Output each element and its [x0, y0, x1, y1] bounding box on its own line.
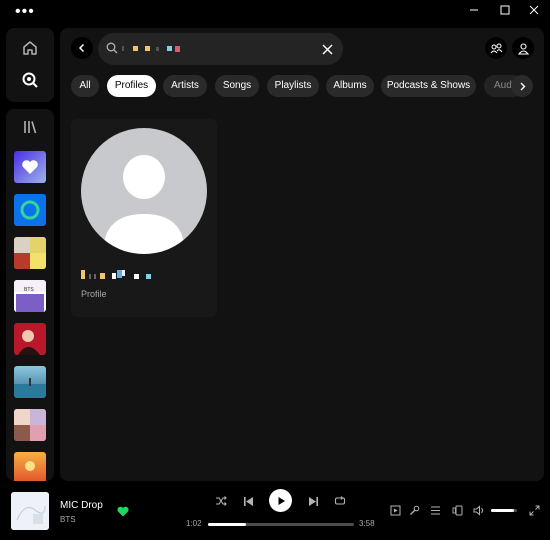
time-elapsed: 1:02	[186, 519, 202, 528]
playlist-thumb-ocean[interactable]	[14, 366, 46, 398]
queue-icon	[430, 506, 440, 514]
microphone-icon	[409, 505, 419, 515]
play-icon	[278, 496, 285, 505]
playlist-thumb-sunset[interactable]	[14, 452, 46, 481]
chevron-left-icon	[78, 43, 85, 53]
fullscreen-button[interactable]	[527, 503, 541, 517]
skip-back-icon	[243, 496, 253, 506]
minimize-icon[interactable]	[466, 4, 482, 18]
main-panel: All Profiles Artists Songs Playlists Alb…	[60, 28, 544, 481]
queue-button[interactable]	[428, 503, 442, 517]
chip-albums[interactable]: Albums	[326, 75, 374, 97]
album-art[interactable]	[11, 492, 49, 530]
skip-forward-icon	[308, 496, 318, 506]
volume-icon	[473, 504, 483, 516]
play-button[interactable]	[269, 489, 292, 512]
search-icon	[106, 42, 118, 54]
track-artist[interactable]: BTS	[60, 515, 76, 524]
redacted-query	[122, 46, 180, 52]
previous-button[interactable]	[241, 494, 255, 508]
volume-slider[interactable]	[491, 509, 517, 512]
filter-chips: All Profiles Artists Songs Playlists Alb…	[71, 75, 541, 97]
shuffle-button[interactable]	[214, 494, 228, 508]
playlist-thumb-red-portrait[interactable]	[14, 323, 46, 355]
heart-icon	[22, 160, 38, 174]
now-playing-bar: MIC Drop BTS 1:02 3:58	[0, 486, 550, 540]
playlist-thumb-collage[interactable]	[14, 409, 46, 441]
chip-all[interactable]: All	[71, 75, 99, 97]
result-type-label: Profile	[81, 289, 107, 299]
chip-artists[interactable]: Artists	[163, 75, 207, 97]
friends-icon	[490, 43, 502, 53]
like-button[interactable]	[116, 504, 130, 518]
default-avatar	[81, 128, 207, 254]
chip-podcasts-shows[interactable]: Podcasts & Shows	[381, 75, 476, 97]
more-dots-icon[interactable]: •••	[15, 4, 35, 20]
now-playing-view-icon	[390, 505, 400, 515]
repeat-button[interactable]	[333, 494, 347, 508]
friend-activity-button[interactable]	[485, 37, 507, 59]
sidebar-library: BTS	[6, 109, 54, 481]
progress-bar[interactable]	[208, 523, 354, 526]
devices-icon	[452, 505, 462, 515]
liked-songs-thumb[interactable]	[14, 151, 46, 183]
clear-search-button[interactable]	[319, 41, 335, 57]
chips-scroll-right-button[interactable]	[511, 75, 533, 97]
progress-fill	[208, 523, 246, 526]
user-icon	[517, 42, 529, 55]
svg-text:BTS: BTS	[24, 287, 34, 293]
next-button[interactable]	[306, 494, 320, 508]
shuffle-icon	[216, 496, 227, 506]
title-bar: •••	[0, 0, 550, 24]
volume-button[interactable]	[472, 503, 486, 517]
fullscreen-icon	[529, 505, 539, 515]
connect-device-button[interactable]	[450, 503, 464, 517]
profile-result-card[interactable]: Profile	[71, 119, 217, 317]
search-bar[interactable]	[98, 33, 343, 65]
playlist-thumb-mixed-covers[interactable]	[14, 237, 46, 269]
close-icon	[322, 44, 332, 54]
home-icon[interactable]	[18, 36, 42, 60]
sidebar-nav	[6, 28, 54, 102]
playlist-thumb-bts[interactable]: BTS	[14, 280, 46, 312]
close-icon[interactable]	[526, 4, 542, 18]
heart-filled-icon	[117, 506, 129, 516]
library-icon[interactable]	[18, 115, 42, 139]
search-icon[interactable]	[18, 68, 42, 92]
redacted-profile-name	[81, 270, 151, 279]
chip-profiles[interactable]: Profiles	[107, 75, 156, 97]
time-total: 3:58	[359, 519, 375, 528]
maximize-icon[interactable]	[497, 4, 513, 18]
user-profile-button[interactable]	[512, 37, 534, 59]
chip-playlists[interactable]: Playlists	[267, 75, 319, 97]
track-title[interactable]: MIC Drop	[60, 500, 103, 511]
now-playing-view-button[interactable]	[388, 503, 402, 517]
playlist-thumb-green-ring[interactable]	[14, 194, 46, 226]
volume-fill	[491, 509, 515, 512]
chip-songs[interactable]: Songs	[215, 75, 259, 97]
lyrics-button[interactable]	[407, 503, 421, 517]
user-silhouette-icon	[103, 155, 185, 254]
chevron-right-icon	[520, 82, 525, 90]
back-button[interactable]	[71, 37, 93, 59]
repeat-icon	[334, 496, 346, 505]
